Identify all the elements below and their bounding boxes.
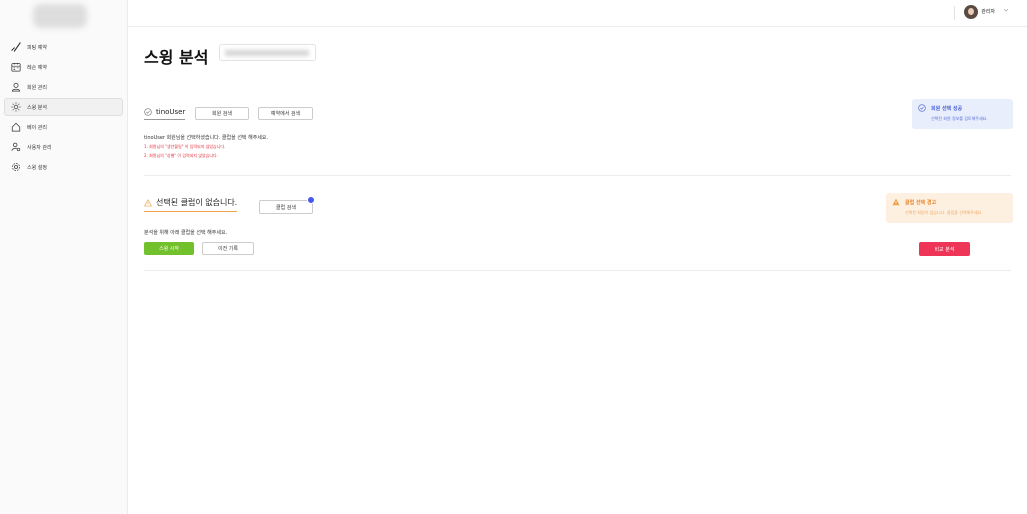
user-icon xyxy=(11,82,21,92)
sidebar-item-bay-management[interactable]: 베이 관리 xyxy=(4,118,123,136)
club-status: 선택된 클럽이 없습니다. xyxy=(144,197,238,212)
topbar: 관리자 xyxy=(128,0,1027,27)
sidebar-nav: 피팅 예약 레슨 예약 회원 관리 스윙 분석 베이 관리 사용자 관리 스윙 … xyxy=(4,38,123,178)
member-select-success-toast: 회원 선택 성공 선택된 회원 정보를 검토해주세요. xyxy=(912,99,1013,129)
avatar[interactable] xyxy=(964,5,978,19)
session-name-field[interactable] xyxy=(219,44,316,61)
toast-title: 회원 선택 성공 xyxy=(918,104,1007,112)
calendar-icon xyxy=(11,62,21,72)
check-circle-icon xyxy=(918,104,926,112)
warning-missing-gender: 2. 회원님의 "성별" 이 입력되지 않았습니다. xyxy=(144,153,219,158)
selected-member: tinoUser xyxy=(144,108,186,120)
club-section: 선택된 클럽이 없습니다. 클럽 검색 분석을 위해 아래 클럽을 선택 해주세… xyxy=(144,193,1011,271)
compare-analysis-button[interactable]: 비교 분석 xyxy=(919,242,970,256)
warning-icon xyxy=(892,198,900,206)
chevron-down-icon[interactable] xyxy=(1003,7,1009,13)
sidebar-item-label: 회원 관리 xyxy=(27,84,47,91)
toast-message: 선택된 회원이 없습니다. 클럽을 선택해주세요. xyxy=(905,210,983,215)
sidebar-item-lesson-reservation[interactable]: 레슨 예약 xyxy=(4,58,123,76)
member-selected-message: tinoUser 회원님을 선택하셨습니다. 클럽을 선택 해주세요. xyxy=(144,135,269,141)
sidebar-item-label: 피팅 예약 xyxy=(27,44,47,51)
warning-missing-birthdate: 1. 회원님의 "생년월일" 이 입력되지 않았습니다. xyxy=(144,144,226,149)
toast-message: 선택된 회원 정보를 검토해주세요. xyxy=(931,116,988,121)
history-button[interactable]: 이전 기록 xyxy=(202,242,254,255)
check-circle-icon xyxy=(144,108,152,116)
club-select-warning-toast: 클럽 선택 경고 선택된 회원이 없습니다. 클럽을 선택해주세요. xyxy=(886,193,1013,223)
toast-title-text: 클럽 선택 경고 xyxy=(905,199,937,206)
start-swing-button[interactable]: 스윙 시작 xyxy=(144,242,194,255)
toast-title-text: 회원 선택 성공 xyxy=(931,105,963,112)
sidebar-item-label: 레슨 예약 xyxy=(27,64,47,71)
toast-title: 클럽 선택 경고 xyxy=(892,198,1007,206)
club-status-text: 선택된 클럽이 없습니다. xyxy=(156,198,238,207)
sidebar-item-label: 베이 관리 xyxy=(27,124,47,131)
sidebar-item-label: 사용자 관리 xyxy=(27,144,52,151)
logo[interactable] xyxy=(33,4,87,28)
page-title: 스윙 분석 xyxy=(144,48,209,67)
search-member-button[interactable]: 회원 검색 xyxy=(195,107,249,120)
sidebar-item-label: 스윙 설정 xyxy=(27,164,47,171)
club-select-message: 분석을 위해 아래 클럽을 선택 해주세요. xyxy=(144,230,228,236)
warning-icon xyxy=(144,198,152,206)
main-content: 스윙 분석 tinoUser 회원 검색 예약에서 검색 tinoUser 회원… xyxy=(128,27,1027,514)
sidebar-item-member-management[interactable]: 회원 관리 xyxy=(4,78,123,96)
member-section: tinoUser 회원 검색 예약에서 검색 tinoUser 회원님을 선택하… xyxy=(144,100,1011,176)
checkmark-icon xyxy=(11,42,21,52)
search-club-button[interactable]: 클럽 검색 xyxy=(259,200,313,214)
notification-dot xyxy=(307,196,315,204)
user-name[interactable]: 관리자 xyxy=(981,8,995,15)
sidebar-item-fitting-reservation[interactable]: 피팅 예약 xyxy=(4,38,123,56)
sidebar-item-swing-settings[interactable]: 스윙 설정 xyxy=(4,158,123,176)
sidebar: 피팅 예약 레슨 예약 회원 관리 스윙 분석 베이 관리 사용자 관리 스윙 … xyxy=(0,0,128,514)
gear-icon xyxy=(12,163,20,171)
home-icon xyxy=(11,122,21,132)
sidebar-item-swing-analysis[interactable]: 스윙 분석 xyxy=(4,98,123,116)
topbar-divider xyxy=(954,6,955,20)
sidebar-item-label: 스윙 분석 xyxy=(27,104,47,111)
search-reservation-button[interactable]: 예약에서 검색 xyxy=(258,107,313,120)
user-settings-icon xyxy=(11,142,21,152)
selected-member-name: tinoUser xyxy=(156,108,186,116)
sidebar-item-user-management[interactable]: 사용자 관리 xyxy=(4,138,123,156)
sun-icon xyxy=(11,102,21,112)
